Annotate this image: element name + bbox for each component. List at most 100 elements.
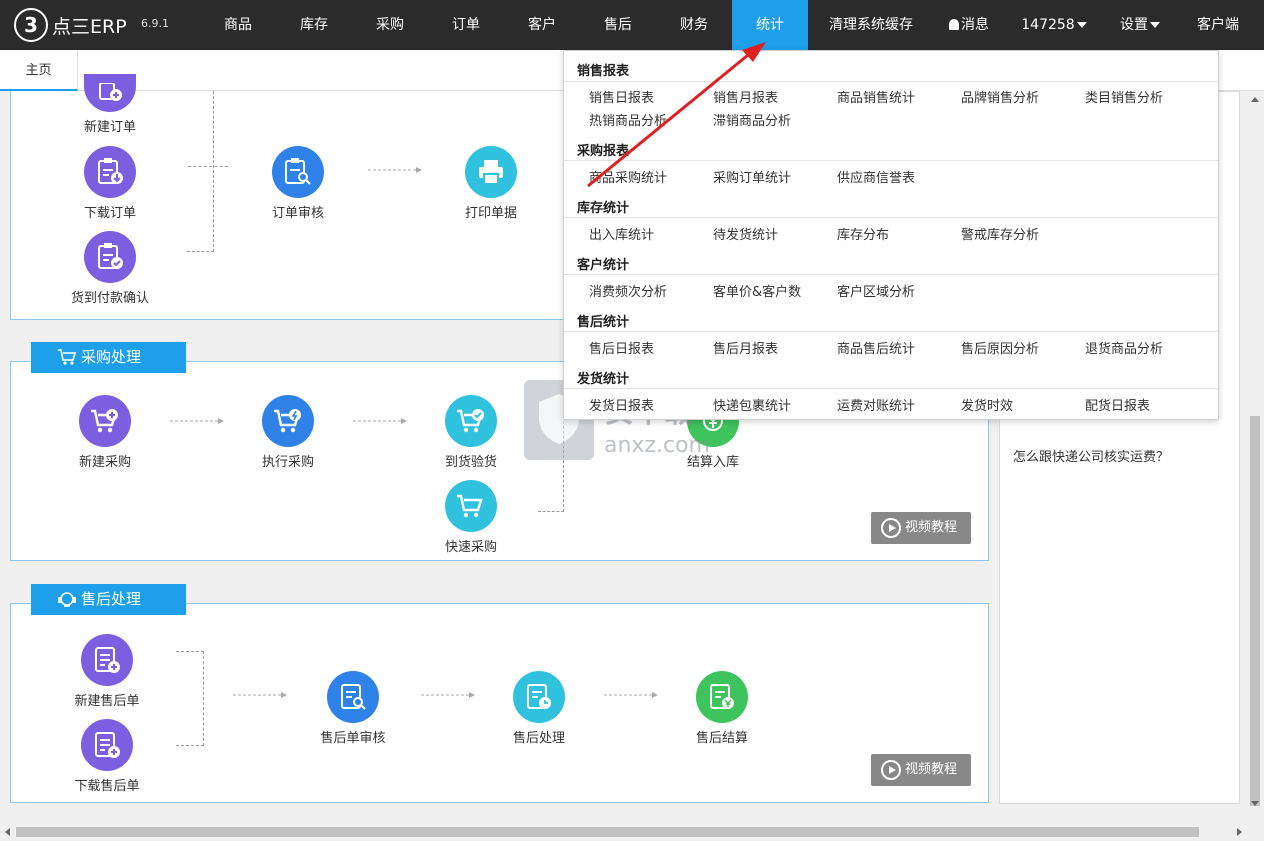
new-order-icon bbox=[84, 74, 136, 112]
aftersale-panel-title: 售后处理 bbox=[31, 584, 186, 615]
scroll-up-icon[interactable] bbox=[1251, 97, 1259, 102]
dd-item-brand-sales[interactable]: 品牌销售分析 bbox=[961, 87, 1039, 106]
nav-statistics[interactable]: 统计 bbox=[732, 0, 808, 50]
dd-item-stock-alert[interactable]: 警戒库存分析 bbox=[961, 224, 1039, 243]
dd-item-supplier-credit[interactable]: 供应商信誉表 bbox=[837, 167, 915, 186]
flow-node-execute-purchase[interactable]: 执行采购 bbox=[233, 395, 343, 470]
vertical-scroll-thumb[interactable] bbox=[1250, 416, 1260, 806]
cart-icon bbox=[445, 480, 497, 532]
dd-item-slow-products[interactable]: 滞销商品分析 bbox=[713, 110, 791, 129]
dd-item-freight-reconcile[interactable]: 运费对账统计 bbox=[837, 395, 915, 414]
node-label: 售后单审核 bbox=[320, 731, 386, 746]
dd-item-parcel-stats[interactable]: 快递包裹统计 bbox=[713, 395, 791, 414]
dd-item-sales-monthly[interactable]: 销售月报表 bbox=[713, 87, 778, 106]
dd-section-title: 销售报表 bbox=[577, 64, 630, 79]
doc-search-icon bbox=[327, 671, 379, 723]
dd-item-aftersale-daily[interactable]: 售后日报表 bbox=[589, 338, 654, 357]
dd-section-title: 客户统计 bbox=[577, 258, 630, 273]
dd-item-pending-ship[interactable]: 待发货统计 bbox=[713, 224, 778, 243]
flow-node-aftersale-review[interactable]: 售后单审核 bbox=[298, 671, 408, 746]
flow-node-download-aftersale[interactable]: 下载售后单 bbox=[52, 719, 162, 794]
order-review-icon bbox=[272, 146, 324, 198]
flow-arrow bbox=[233, 692, 287, 698]
nav-orders[interactable]: 订单 bbox=[428, 0, 504, 50]
cart-add-icon bbox=[79, 395, 131, 447]
flow-arrow bbox=[170, 418, 224, 424]
nav-inventory[interactable]: 库存 bbox=[276, 0, 352, 50]
flow-node-new-aftersale[interactable]: 新建售后单 bbox=[52, 634, 162, 709]
download-order-icon bbox=[84, 146, 136, 198]
node-label: 货到付款确认 bbox=[70, 291, 149, 306]
scroll-right-icon[interactable] bbox=[1237, 828, 1242, 836]
nav-customers[interactable]: 客户 bbox=[504, 0, 580, 50]
node-label: 新建采购 bbox=[78, 455, 131, 470]
dd-item-sales-daily[interactable]: 销售日报表 bbox=[589, 87, 654, 106]
purchase-video-tutorial-button[interactable]: 视频教程 bbox=[871, 512, 971, 544]
nav-clear-cache[interactable]: 清理系统缓存 bbox=[812, 0, 930, 50]
nav-client[interactable]: 客户端 bbox=[1184, 0, 1252, 50]
play-icon bbox=[881, 760, 901, 780]
nav-messages-label: 消息 bbox=[961, 17, 989, 33]
vertical-scrollbar[interactable] bbox=[1246, 91, 1264, 813]
dd-item-stock-in-out[interactable]: 出入库统计 bbox=[589, 224, 654, 243]
video-button-label: 视频教程 bbox=[905, 520, 958, 535]
scroll-left-icon[interactable] bbox=[5, 828, 10, 836]
dd-item-stock-distribution[interactable]: 库存分布 bbox=[837, 224, 889, 243]
help-link-freight[interactable]: 怎么跟快递公司核实运费？ bbox=[1013, 446, 1169, 465]
bell-icon bbox=[949, 19, 959, 30]
flow-node-cod-confirm[interactable]: 货到付款确认 bbox=[55, 231, 165, 306]
dd-item-hot-products[interactable]: 热销商品分析 bbox=[589, 110, 667, 129]
horizontal-scroll-thumb[interactable] bbox=[16, 827, 1199, 837]
node-label: 执行采购 bbox=[261, 455, 314, 470]
dd-item-product-sales[interactable]: 商品销售统计 bbox=[837, 87, 915, 106]
flow-connector bbox=[188, 166, 228, 167]
flow-node-quick-purchase[interactable]: 快速采购 bbox=[416, 480, 526, 555]
flow-node-aftersale-settle[interactable]: 售后结算 bbox=[667, 671, 777, 746]
flow-node-print[interactable]: 打印单据 bbox=[436, 146, 546, 221]
statistics-dropdown-menu: 销售报表 销售日报表 销售月报表 商品销售统计 品牌销售分析 类目销售分析 热销… bbox=[563, 50, 1219, 420]
node-label: 订单审核 bbox=[271, 206, 324, 221]
scroll-down-icon[interactable] bbox=[1251, 801, 1259, 806]
node-label: 快速采购 bbox=[444, 540, 497, 555]
nav-purchase[interactable]: 采购 bbox=[352, 0, 428, 50]
doc-clock-icon bbox=[513, 671, 565, 723]
dd-item-shipping-timeliness[interactable]: 发货时效 bbox=[961, 395, 1013, 414]
dd-item-avg-order-value[interactable]: 客单价&客户数 bbox=[713, 281, 801, 300]
doc-add-icon bbox=[81, 719, 133, 771]
flow-node-new-purchase[interactable]: 新建采购 bbox=[50, 395, 160, 470]
flow-connector bbox=[187, 91, 214, 252]
dd-item-shipping-daily[interactable]: 发货日报表 bbox=[589, 395, 654, 414]
flow-node-arrival-inspect[interactable]: 到货验货 bbox=[416, 395, 526, 470]
nav-goods[interactable]: 商品 bbox=[200, 0, 276, 50]
flow-node-order-review[interactable]: 订单审核 bbox=[243, 146, 353, 221]
nav-settings-menu[interactable]: 设置 bbox=[1108, 0, 1172, 50]
horizontal-scrollbar[interactable] bbox=[0, 823, 1264, 841]
flow-node-new-order[interactable]: 新建订单 bbox=[55, 74, 165, 135]
dd-item-customer-region[interactable]: 客户区域分析 bbox=[837, 281, 915, 300]
divider bbox=[564, 160, 1218, 161]
dd-item-product-purchase[interactable]: 商品采购统计 bbox=[589, 167, 667, 186]
node-label: 下载售后单 bbox=[74, 779, 140, 794]
nav-user-menu[interactable]: 147258 bbox=[1012, 0, 1096, 50]
nav-aftersale[interactable]: 售后 bbox=[580, 0, 656, 50]
nav-settings-label: 设置 bbox=[1120, 17, 1148, 33]
nav-messages[interactable]: 消息 bbox=[938, 0, 1000, 50]
chevron-down-icon bbox=[1150, 22, 1160, 28]
dd-item-purchase-frequency[interactable]: 消费频次分析 bbox=[589, 281, 667, 300]
video-button-label: 视频教程 bbox=[905, 762, 958, 777]
flow-node-aftersale-process[interactable]: 售后处理 bbox=[484, 671, 594, 746]
aftersale-video-tutorial-button[interactable]: 视频教程 bbox=[871, 754, 971, 786]
dd-item-returned-products[interactable]: 退货商品分析 bbox=[1085, 338, 1163, 357]
app-logo[interactable]: 3 点三ERP bbox=[14, 8, 127, 42]
dd-item-category-sales[interactable]: 类目销售分析 bbox=[1085, 87, 1163, 106]
dd-item-product-aftersale[interactable]: 商品售后统计 bbox=[837, 338, 915, 357]
dd-item-aftersale-reason[interactable]: 售后原因分析 bbox=[961, 338, 1039, 357]
dd-item-purchase-order[interactable]: 采购订单统计 bbox=[713, 167, 791, 186]
nav-user-label: 147258 bbox=[1021, 17, 1075, 33]
nav-finance[interactable]: 财务 bbox=[656, 0, 732, 50]
headset-icon bbox=[58, 592, 76, 607]
dd-item-picking-daily[interactable]: 配货日报表 bbox=[1085, 395, 1150, 414]
dd-item-aftersale-monthly[interactable]: 售后月报表 bbox=[713, 338, 778, 357]
flow-arrow bbox=[368, 167, 422, 173]
flow-node-download-order[interactable]: 下载订单 bbox=[55, 146, 165, 221]
